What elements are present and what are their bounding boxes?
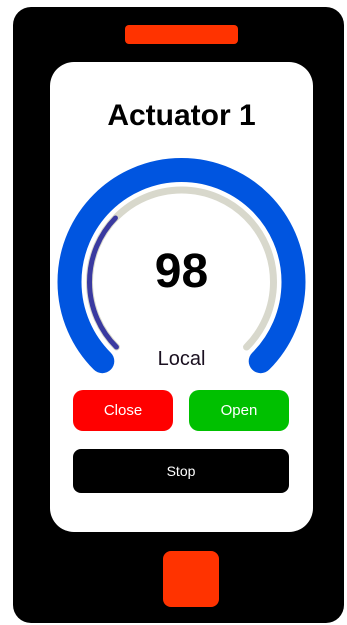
app-screen: Actuator 1 98 Local Close Open Stop [50, 62, 313, 532]
close-button[interactable]: Close [73, 390, 173, 431]
gauge-value: 98 [154, 245, 209, 298]
stop-button[interactable]: Stop [73, 449, 289, 493]
phone-frame: Actuator 1 98 Local Close Open Stop [13, 7, 344, 623]
home-button[interactable] [163, 551, 219, 607]
mode-label: Local [157, 348, 206, 370]
speaker-bar [125, 25, 238, 44]
open-button[interactable]: Open [189, 390, 289, 431]
